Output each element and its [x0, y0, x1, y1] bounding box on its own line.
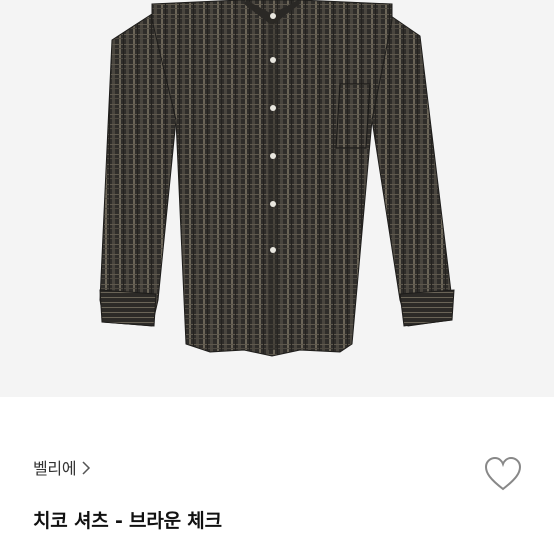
product-info: 벨리에 치코 셔츠 - 브라운 체크 [0, 397, 554, 554]
brand-link[interactable]: 벨리에 [33, 455, 91, 479]
product-image[interactable] [0, 0, 554, 397]
shirt-illustration [99, 0, 455, 357]
brand-name: 벨리에 [33, 459, 77, 478]
product-title: 치코 셔츠 - 브라운 체크 [33, 510, 222, 532]
wishlist-heart-icon[interactable] [484, 456, 522, 492]
chevron-right-icon [81, 460, 91, 475]
product-page: 벨리에 치코 셔츠 - 브라운 체크 [0, 0, 554, 554]
